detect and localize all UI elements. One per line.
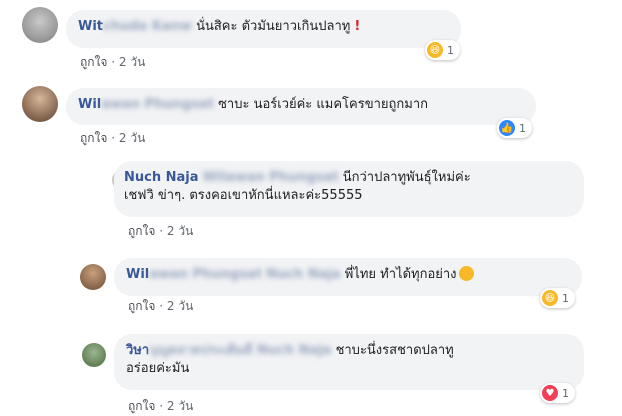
reply-actions: ถูกใจ · 2 วัน xyxy=(128,222,193,241)
reply-author[interactable]: Wil xyxy=(126,267,149,282)
avatar[interactable] xyxy=(22,86,58,122)
reply-author[interactable]: Nuch Naja xyxy=(124,170,199,185)
timestamp[interactable]: 2 วัน xyxy=(167,399,193,413)
comment-actions: ถูกใจ · 2 วัน xyxy=(80,129,145,148)
comment-author-hidden: awan Phungsat xyxy=(101,97,214,112)
reaction-badge[interactable]: 😆 1 xyxy=(540,288,575,308)
reply-author[interactable]: วิษา xyxy=(126,343,149,358)
love-icon: ♥ xyxy=(542,385,558,401)
like-icon: 👍 xyxy=(499,120,515,136)
comment-actions: ถูกใจ · 2 วัน xyxy=(80,53,145,72)
timestamp[interactable]: 2 วัน xyxy=(119,55,145,69)
avatar[interactable] xyxy=(22,7,58,43)
reaction-badge[interactable]: ♥ 1 xyxy=(540,383,575,403)
reply-author-hidden: awan Phungsat xyxy=(149,267,262,282)
reaction-badge[interactable]: 👍 1 xyxy=(497,118,532,138)
reply-tag-hidden: Wilawan Phungsat xyxy=(202,170,339,185)
reply-text-line1: ชาบะนึ่งรสชาดปลาทู xyxy=(335,343,454,358)
reaction-count: 1 xyxy=(562,291,569,305)
like-link[interactable]: ถูกใจ xyxy=(128,299,155,313)
comment-text: ซาบะ นอร์เวย์ค่ะ แมคโครขายถูกมาก xyxy=(218,97,429,112)
reply-bubble: วิษาบุญตลาดประเดิมดี Nuch Naja ชาบะนึ่งร… xyxy=(114,334,584,390)
haha-icon: 😆 xyxy=(427,42,443,58)
reply-bubble: Wilawan Phungsat Nuch Naja พี่ไทย ทำได้ท… xyxy=(114,258,582,296)
separator: · xyxy=(159,299,164,313)
comment-author[interactable]: Wit xyxy=(78,19,103,34)
reaction-count: 1 xyxy=(447,43,454,57)
reaction-badge[interactable]: 😆 1 xyxy=(425,40,460,60)
like-link[interactable]: ถูกใจ xyxy=(128,224,155,238)
reply-tag-hidden: Nuch Naja xyxy=(266,267,341,282)
comment-bubble: Witchuda Kanw นั่นสิคะ ตัวมันยาวเกินปลาท… xyxy=(66,10,461,48)
avatar[interactable] xyxy=(82,343,106,367)
separator: · xyxy=(159,224,164,238)
like-link[interactable]: ถูกใจ xyxy=(80,131,107,145)
reply-actions: ถูกใจ · 2 วัน xyxy=(128,297,193,316)
separator: · xyxy=(111,131,116,145)
comment-author-hidden: chuda Kanw xyxy=(103,19,192,34)
separator: · xyxy=(159,399,164,413)
reply-tag-hidden: Nuch Naja xyxy=(256,343,332,358)
like-link[interactable]: ถูกใจ xyxy=(80,55,107,69)
timestamp[interactable]: 2 วัน xyxy=(167,299,193,313)
comment-author[interactable]: Wil xyxy=(78,97,101,112)
separator: · xyxy=(111,55,116,69)
reply-text-line2: อร่อยค่ะมัน xyxy=(126,361,190,376)
timestamp[interactable]: 2 วัน xyxy=(167,224,193,238)
timestamp[interactable]: 2 วัน xyxy=(119,131,145,145)
reply-bubble: Nuch Naja Wilawan Phungsat นีกว่าปลาทูพั… xyxy=(114,161,584,217)
haha-icon: 😆 xyxy=(542,290,558,306)
smile-icon xyxy=(458,266,474,281)
reply-text-line1: นีกว่าปลาทูพันธุ์ใหม่ค่ะ xyxy=(342,170,471,185)
reply-text: พี่ไทย ทำได้ทุกอย่าง xyxy=(344,267,457,282)
comment-text: นั่นสิคะ ตัวมันยาวเกินปลาทู xyxy=(196,19,351,34)
reply-text-line2: เชฟวิ ข่าๆ. ตรงคอเขาหักนี่แหละค่ะ55555 xyxy=(124,188,363,203)
like-link[interactable]: ถูกใจ xyxy=(128,399,155,413)
exclamation-icon: ! xyxy=(354,19,361,34)
avatar[interactable] xyxy=(80,264,106,290)
comment-bubble: Wilawan Phungsat ซาบะ นอร์เวย์ค่ะ แมคโคร… xyxy=(66,88,536,125)
reply-actions: ถูกใจ · 2 วัน xyxy=(128,397,193,416)
reaction-count: 1 xyxy=(562,386,569,400)
reply-author-hidden: บุญตลาดประเดิมดี xyxy=(149,343,253,358)
reaction-count: 1 xyxy=(519,121,526,135)
